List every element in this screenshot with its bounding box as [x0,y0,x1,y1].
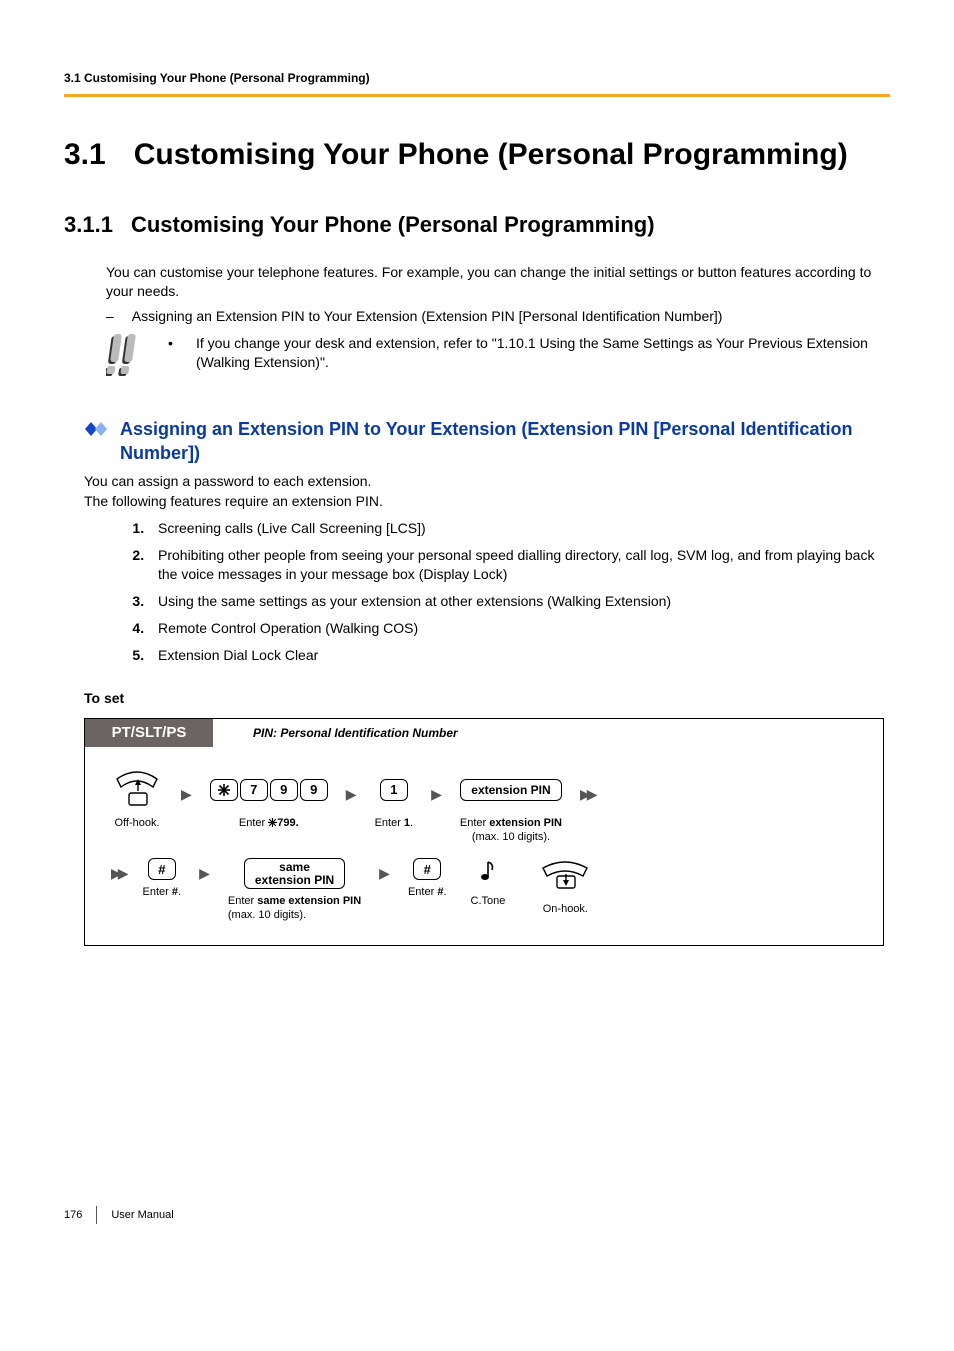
device-badge: PT/SLT/PS [85,719,213,747]
section-title: 3.1 Customising Your Phone (Personal Pro… [64,135,890,176]
arrow-double-icon: ▶▶ [111,864,125,883]
onhook-icon [537,858,593,897]
footer-divider [96,1206,97,1224]
footer-label: User Manual [111,1208,173,1223]
caption-offhook: Off-hook. [114,817,159,831]
key-1: 1 [380,779,408,801]
step-ctone: C.Tone [471,858,506,909]
subsection-title-text: Customising Your Phone (Personal Program… [131,210,655,240]
list-item: Using the same settings as your extensio… [148,592,890,611]
procedure-panel: PT/SLT/PS PIN: Personal Identification N… [84,718,884,946]
key-hash: # [148,858,176,880]
list-item: Extension Dial Lock Clear [148,646,890,665]
section-number: 3.1 [64,135,106,176]
exclamation-icon [106,334,144,383]
step-same-pin: same extension PIN Enter same extension … [228,858,361,923]
list-item: Remote Control Operation (Walking COS) [148,619,890,638]
offhook-icon [111,769,163,811]
assign-line1: You can assign a password to each extens… [84,472,890,491]
caption-enter1: Enter 1. [375,817,414,831]
caption-enter-hash2: Enter #. [408,886,447,900]
key-star [210,779,238,801]
note-text: If you change your desk and extension, r… [196,334,890,372]
assign-heading-text: Assigning an Extension PIN to Your Exten… [120,417,890,466]
key-hash-2: # [413,858,441,880]
important-note: • If you change your desk and extension,… [106,334,890,383]
section-title-text: Customising Your Phone (Personal Program… [134,135,848,176]
flow-row-2: ▶▶ # Enter #. ▶ same extension PIN Enter… [85,852,883,945]
step-dial-1: 1 Enter 1. [375,769,414,831]
list-item: Prohibiting other people from seeing you… [148,546,890,584]
arrow-icon: ▶ [431,785,442,804]
dash-mark: – [106,307,114,326]
bullet-dot: • [168,334,176,372]
arrow-icon: ▶ [346,785,357,804]
caption-same-pin: Enter same extension PIN(max. 10 digits)… [228,895,361,923]
page-footer: 176 User Manual [64,1206,890,1224]
step-onhook: On-hook. [537,858,593,917]
to-set-heading: To set [84,689,890,708]
step-hash-2: # Enter #. [408,858,447,900]
subsection-number: 3.1.1 [64,210,113,240]
key-9: 9 [270,779,298,801]
arrow-icon: ▶ [181,785,192,804]
caption-ext-pin: Enter extension PIN(max. 10 digits). [460,817,562,845]
flow-row-1: Off-hook. ▶ 7 9 9 Enter 799. ▶ 1 Enter 1… [85,747,883,853]
step-offhook: Off-hook. [111,769,163,831]
caption-ctone: C.Tone [471,895,506,909]
step-dial-799: 7 9 9 Enter 799. [210,769,328,831]
step-ext-pin: extension PIN Enter extension PIN(max. 1… [460,769,562,845]
caption-enter-hash: Enter #. [143,886,182,900]
key-extension-pin: extension PIN [460,779,561,801]
key-9b: 9 [300,779,328,801]
key-7: 7 [240,779,268,801]
diamond-icon [84,417,110,437]
arrow-icon: ▶ [379,864,390,883]
caption-enter799: Enter 799. [239,817,299,831]
assign-heading: Assigning an Extension PIN to Your Exten… [84,417,890,466]
dash-text: Assigning an Extension PIN to Your Exten… [132,307,723,326]
arrow-icon: ▶ [199,864,210,883]
subsection-title: 3.1.1 Customising Your Phone (Personal P… [64,210,890,240]
running-header: 3.1 Customising Your Phone (Personal Pro… [64,70,890,97]
pin-expansion: PIN: Personal Identification Number [253,725,458,741]
dash-list-item: – Assigning an Extension PIN to Your Ext… [106,307,890,326]
caption-onhook: On-hook. [543,903,588,917]
arrow-double-icon: ▶▶ [580,785,594,804]
key-same-extension-pin: same extension PIN [244,858,345,889]
page-number: 176 [64,1208,82,1223]
step-hash-1: # Enter #. [143,858,182,900]
assign-line2: The following features require an extens… [84,492,890,511]
music-note-icon [478,858,498,889]
list-item: Screening calls (Live Call Screening [LC… [148,519,890,538]
feature-list: Screening calls (Live Call Screening [LC… [148,519,890,664]
intro-text: You can customise your telephone feature… [106,263,890,301]
